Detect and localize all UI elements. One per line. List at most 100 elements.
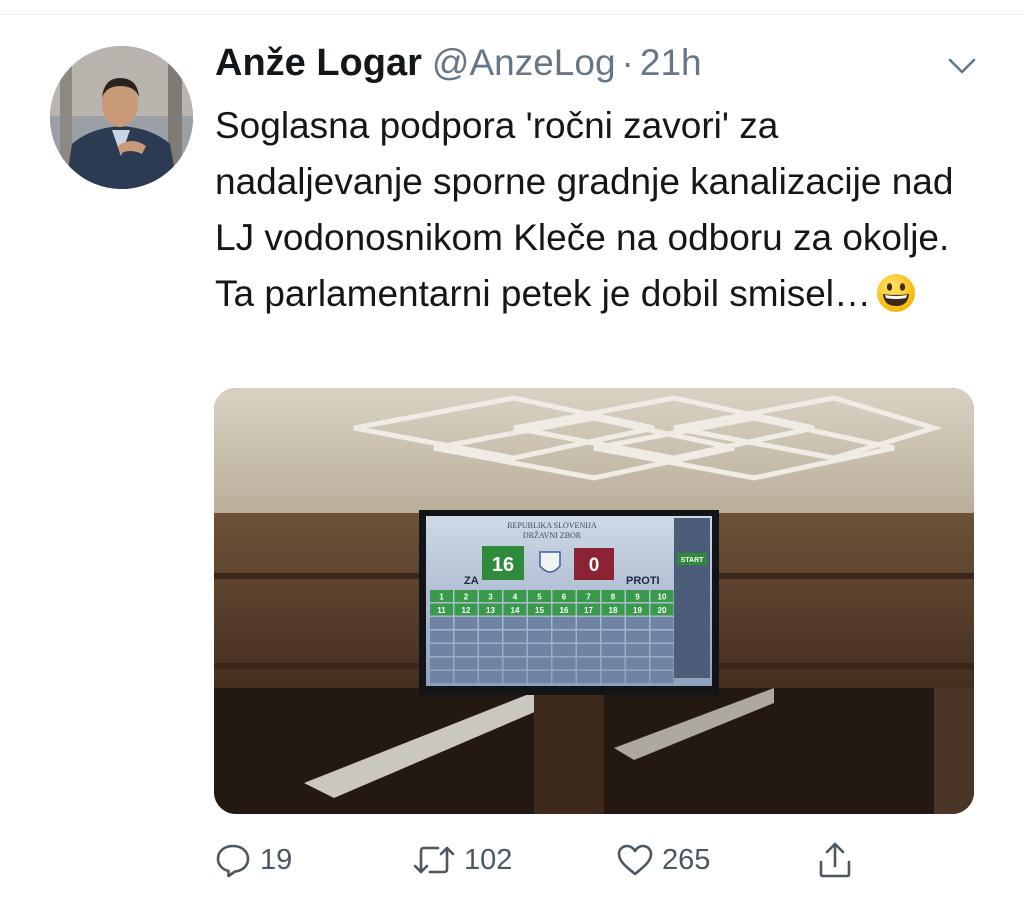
seat-cell [503,657,527,670]
proti-count: 0 [589,555,600,576]
retweet-icon [413,846,455,874]
seat-number: 13 [486,606,495,615]
seat-cell [503,644,527,656]
share-button[interactable] [816,838,854,882]
seat-cell [528,657,551,670]
seat-cell [626,671,649,683]
seat-cell [552,644,576,656]
seat-cell [528,644,551,656]
slovenia-coat-of-arms [539,551,561,573]
seat-cell [577,657,600,670]
seat-number: 14 [511,606,520,615]
za-count: 16 [492,554,514,576]
grinning-face-icon [875,272,917,330]
seat-number: 10 [658,593,667,602]
seat-cell [601,657,625,670]
seat-cell [528,630,551,643]
seat-cell [528,617,551,629]
seat-cell [601,644,625,656]
seat-cell [552,657,576,670]
seat-cell [528,671,551,683]
seat-cell [479,671,502,683]
seat-cell [650,617,674,629]
seat-cell [552,671,576,683]
tweet-text: Soglasna podpora 'ročni zavori' za nadal… [215,98,995,330]
seat-cell [479,657,502,670]
seat-cell [601,617,625,629]
seat-cell [454,671,478,683]
seat-number: 2 [464,593,469,602]
reply-count: 19 [260,843,293,876]
seat-cell [430,657,453,670]
author-name[interactable]: Anže Logar [215,42,422,85]
seat-number: 6 [562,593,567,602]
screen-header-2: DRŽAVNI ZBOR [523,530,582,540]
proti-label: PROTI [626,575,660,587]
seat-cell [601,630,625,643]
seat-cell [650,644,674,656]
tweet-media-photo[interactable]: REPUBLIKA SLOVENIJA DRŽAVNI ZBOR 16 0 ZA… [214,388,974,814]
seat-number: 9 [635,593,640,602]
seat-number: 15 [535,606,544,615]
tweet-actions: 19 102 265 [214,838,974,882]
za-label: ZA [464,575,479,587]
tweet-time[interactable]: 21h [640,42,702,84]
like-count: 265 [662,843,711,876]
parliament-photo: REPUBLIKA SLOVENIJA DRŽAVNI ZBOR 16 0 ZA… [214,388,974,814]
start-label: START [681,557,705,564]
seat-number: 16 [560,606,569,615]
seat-cell [430,630,453,643]
seat-cell [503,630,527,643]
avatar-photo [50,46,193,189]
seat-number: 4 [513,593,518,602]
chevron-down-icon[interactable] [946,54,978,78]
tweet-header: Anže Logar @AnzeLog · 21h [215,42,702,94]
seat-number: 12 [462,606,471,615]
seat-number: 1 [439,593,444,602]
seat-cell [454,644,478,656]
seat-cell [430,617,453,629]
author-handle[interactable]: @AnzeLog [432,42,616,84]
seat-number: 3 [488,593,493,602]
retweet-count: 102 [464,843,513,876]
seat-cell [503,617,527,629]
seat-cell [626,617,649,629]
seat-number: 11 [437,606,446,615]
seat-cell [601,671,625,683]
reply-button[interactable]: 19 [214,838,292,882]
seat-number: 19 [633,606,642,615]
seat-cell [626,630,649,643]
seat-cell [479,630,502,643]
seat-cell [479,644,502,656]
avatar[interactable] [50,46,193,189]
seat-cell [626,644,649,656]
seat-cell [430,644,453,656]
seat-cell [503,671,527,683]
seat-cell [430,671,453,683]
seat-number: 5 [537,593,542,602]
screen-header-1: REPUBLIKA SLOVENIJA [507,521,597,530]
seat-number: 18 [609,606,618,615]
separator-dot: · [621,42,634,83]
reply-icon [216,844,250,878]
seat-cell [454,630,478,643]
seat-cell [454,617,478,629]
seat-cell [650,671,674,683]
seat-cell [577,617,600,629]
seat-number: 20 [658,606,667,615]
seat-cell [577,630,600,643]
retweet-button[interactable]: 102 [412,838,512,882]
seat-cell [577,644,600,656]
seat-cell [650,630,674,643]
seat-cell [552,630,576,643]
tweet-body: Soglasna podpora 'ročni zavori' za nadal… [215,105,954,314]
seat-cell [479,617,502,629]
seat-cell [577,671,600,683]
like-button[interactable]: 265 [616,838,710,882]
seat-number: 8 [611,593,616,602]
seat-cell [454,657,478,670]
top-divider [0,14,1024,15]
seat-number: 7 [586,593,591,602]
seat-cell [650,657,674,670]
heart-icon [617,844,653,876]
